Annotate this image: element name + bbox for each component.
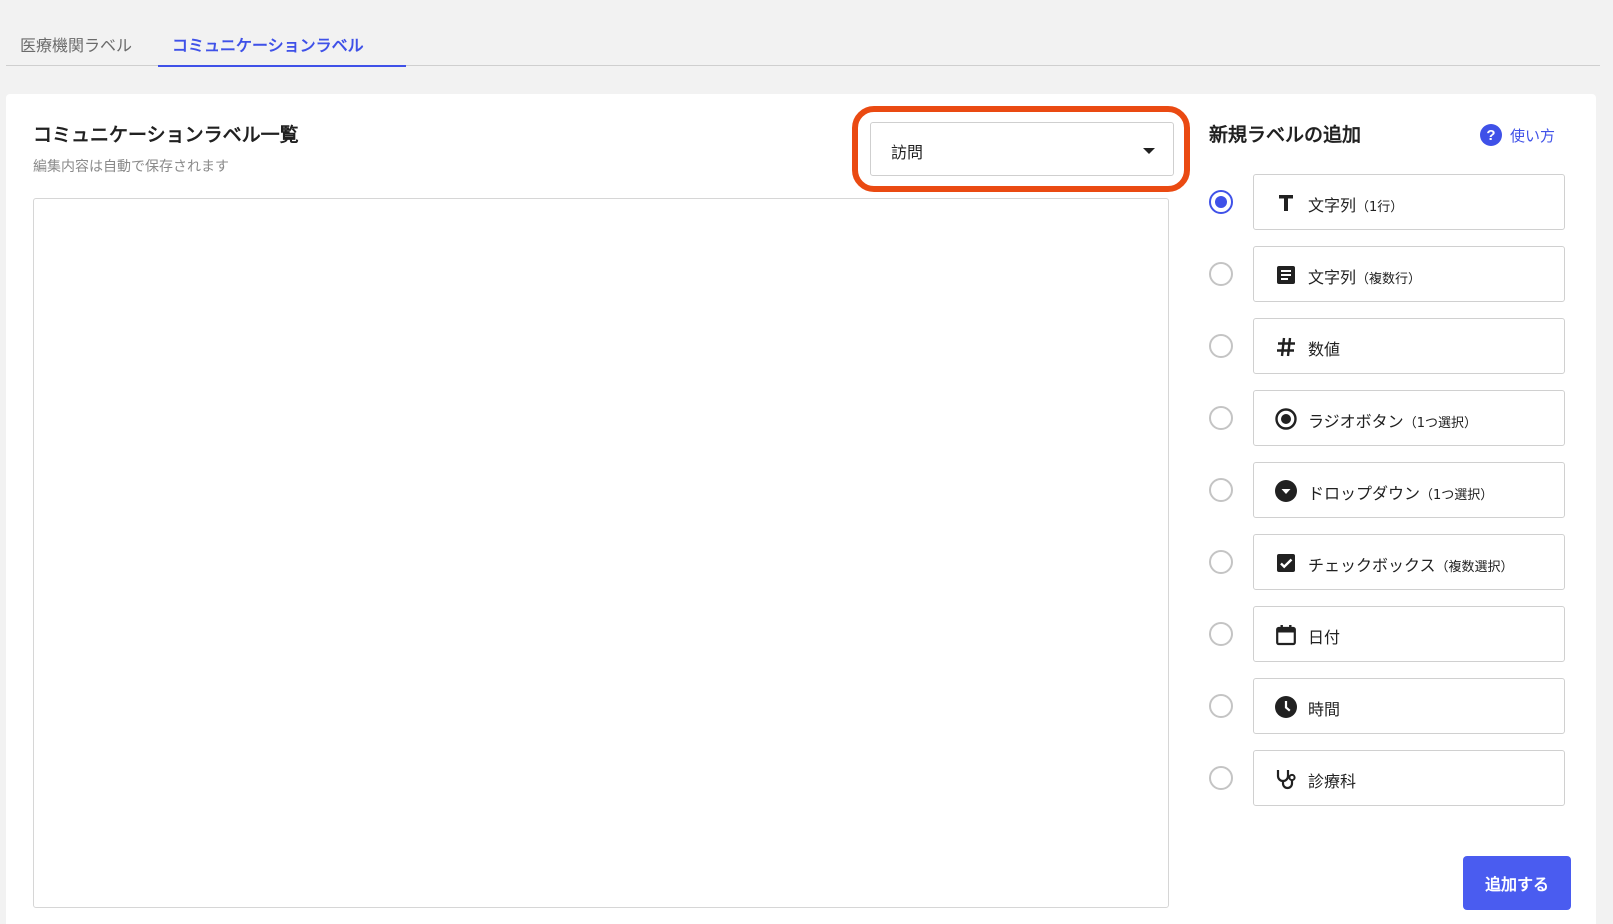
label-type-note: （1行） bbox=[1356, 200, 1404, 215]
label-type-option-date: 日付 bbox=[1209, 606, 1574, 662]
label-type-name: 文字列 bbox=[1308, 196, 1357, 215]
help-icon: ? bbox=[1480, 124, 1502, 146]
label-type-option-checkbox: チェックボックス（複数選択） bbox=[1209, 534, 1574, 590]
category-select-value: 訪問 bbox=[891, 143, 924, 162]
label-type-note: （複数選択） bbox=[1435, 560, 1514, 575]
autosave-note: 編集内容は自動で保存されます bbox=[33, 159, 229, 175]
stethoscope-icon bbox=[1274, 767, 1298, 791]
calendar-icon bbox=[1274, 623, 1298, 647]
label-type-option-department: 診療科 bbox=[1209, 750, 1574, 806]
text-icon bbox=[1274, 191, 1298, 215]
label-type-radio[interactable] bbox=[1209, 478, 1233, 502]
add-label-title: 新規ラベルの追加 bbox=[1209, 124, 1362, 146]
label-type-card[interactable]: チェックボックス（複数選択） bbox=[1253, 534, 1565, 590]
content-card: コミュニケーションラベル一覧 編集内容は自動で保存されます 訪問 新規ラベルの追… bbox=[6, 94, 1596, 924]
label-type-card[interactable]: 診療科 bbox=[1253, 750, 1565, 806]
label-type-name: 診療科 bbox=[1308, 772, 1357, 791]
label-type-name: 数値 bbox=[1308, 340, 1341, 359]
label-type-option-number: 数値 bbox=[1209, 318, 1574, 374]
label-type-option-multiline: 文字列（複数行） bbox=[1209, 246, 1574, 302]
label-type-option-dropdown: ドロップダウン（1つ選択） bbox=[1209, 462, 1574, 518]
label-type-name: チェックボックス bbox=[1308, 556, 1436, 575]
category-select[interactable]: 訪問 bbox=[870, 122, 1174, 176]
help-link[interactable]: ? 使い方 bbox=[1480, 122, 1555, 148]
label-type-option-time: 時間 bbox=[1209, 678, 1574, 734]
list-title: コミュニケーションラベル一覧 bbox=[33, 124, 299, 146]
tab-bar: 医療機関ラベル コミュニケーションラベル bbox=[6, 20, 1600, 67]
add-label-button[interactable]: 追加する bbox=[1463, 856, 1571, 910]
label-type-name: 日付 bbox=[1308, 628, 1341, 647]
label-type-radio[interactable] bbox=[1209, 622, 1233, 646]
label-type-note: （複数行） bbox=[1356, 272, 1422, 287]
label-type-note: （1つ選択） bbox=[1403, 416, 1477, 431]
label-type-radio[interactable] bbox=[1209, 550, 1233, 574]
label-type-radio[interactable] bbox=[1209, 334, 1233, 358]
label-type-option-text: 文字列（1行） bbox=[1209, 174, 1574, 230]
label-type-card[interactable]: 文字列（1行） bbox=[1253, 174, 1565, 230]
label-type-radio[interactable] bbox=[1209, 694, 1233, 718]
label-type-radio[interactable] bbox=[1209, 766, 1233, 790]
label-type-option-radio: ラジオボタン（1つ選択） bbox=[1209, 390, 1574, 446]
label-type-card[interactable]: 数値 bbox=[1253, 318, 1565, 374]
tab-communication-labels[interactable]: コミュニケーションラベル bbox=[158, 20, 406, 67]
label-type-note: （1つ選択） bbox=[1420, 488, 1494, 503]
radio-button-icon bbox=[1274, 407, 1298, 431]
checkbox-icon bbox=[1274, 551, 1298, 575]
clock-icon bbox=[1274, 695, 1298, 719]
page-scrollbar[interactable] bbox=[1600, 0, 1613, 924]
label-type-name: ドロップダウン bbox=[1308, 484, 1421, 503]
chevron-down-icon bbox=[1143, 148, 1155, 154]
label-type-card[interactable]: ラジオボタン（1つ選択） bbox=[1253, 390, 1565, 446]
label-type-card[interactable]: 時間 bbox=[1253, 678, 1565, 734]
label-type-name: ラジオボタン bbox=[1308, 412, 1404, 431]
label-type-radio[interactable] bbox=[1209, 406, 1233, 430]
label-type-name: 文字列 bbox=[1308, 268, 1357, 287]
label-type-card[interactable]: ドロップダウン（1つ選択） bbox=[1253, 462, 1565, 518]
dropdown-icon bbox=[1274, 479, 1298, 503]
label-type-card[interactable]: 日付 bbox=[1253, 606, 1565, 662]
label-type-name: 時間 bbox=[1308, 700, 1341, 719]
label-type-card[interactable]: 文字列（複数行） bbox=[1253, 246, 1565, 302]
label-type-radio[interactable] bbox=[1209, 190, 1233, 214]
number-icon bbox=[1274, 335, 1298, 359]
label-list-area bbox=[33, 198, 1169, 908]
help-link-label: 使い方 bbox=[1510, 126, 1556, 145]
tab-medical-institution-labels[interactable]: 医療機関ラベル bbox=[6, 20, 152, 66]
label-type-radio[interactable] bbox=[1209, 262, 1233, 286]
multiline-text-icon bbox=[1274, 263, 1298, 287]
